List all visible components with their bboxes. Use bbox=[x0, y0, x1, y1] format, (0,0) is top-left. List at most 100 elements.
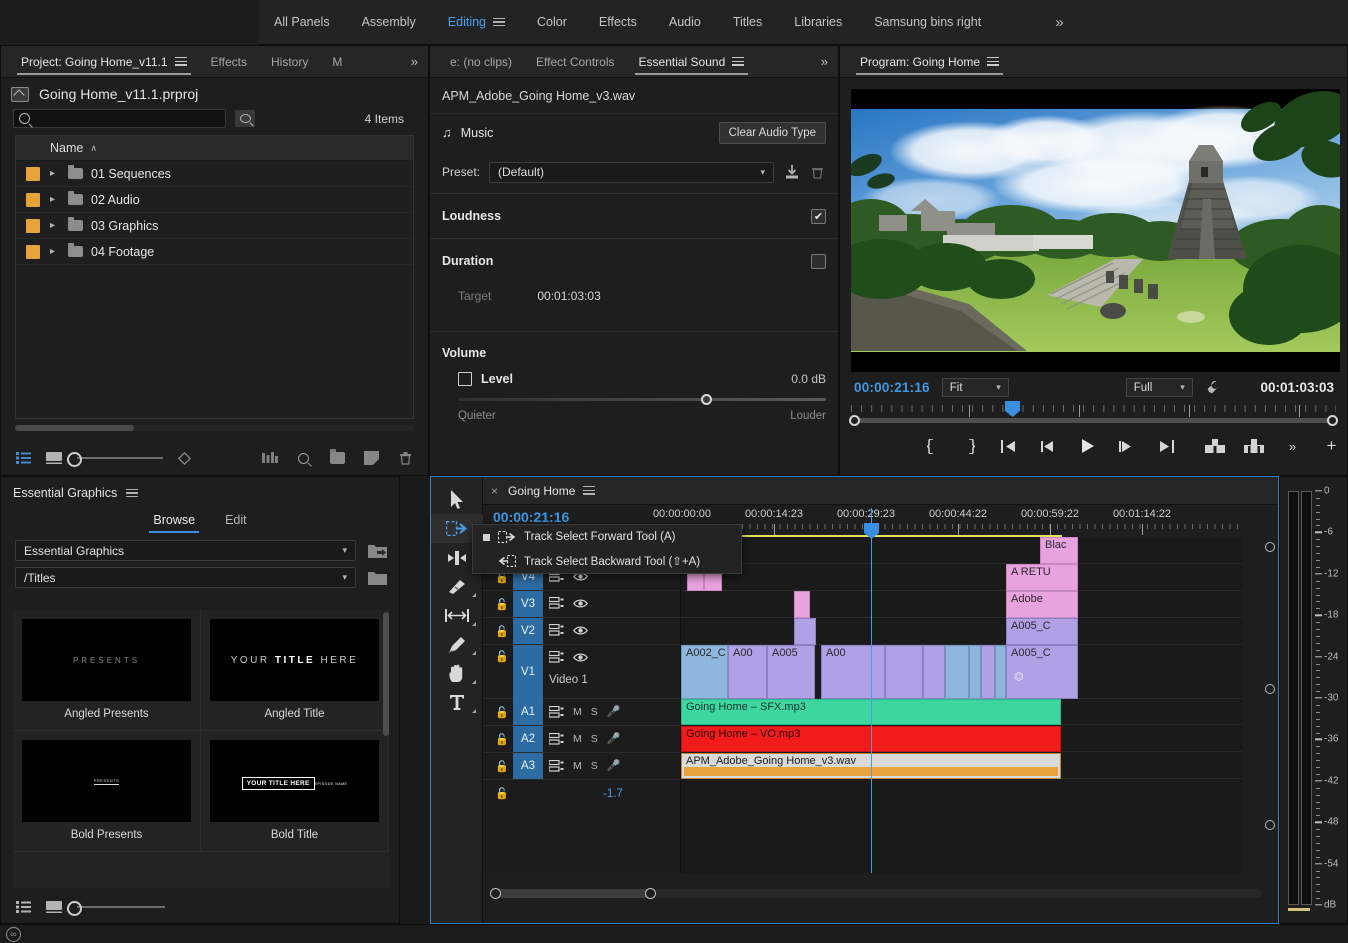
workspace-tab-editing[interactable]: Editing bbox=[432, 0, 521, 45]
lock-icon[interactable]: 🔓 bbox=[495, 706, 509, 719]
tab-edit[interactable]: Edit bbox=[223, 511, 249, 533]
vertical-zoom-bottom-handle[interactable] bbox=[1265, 684, 1275, 694]
project-horizontal-scrollbar[interactable] bbox=[15, 425, 414, 431]
icon-view-icon[interactable] bbox=[45, 899, 62, 914]
level-slider[interactable] bbox=[458, 394, 826, 405]
slip-tool[interactable] bbox=[431, 601, 483, 630]
level-checkbox[interactable] bbox=[458, 372, 472, 386]
play-icon[interactable] bbox=[1077, 437, 1099, 455]
lock-icon[interactable]: 🔓 bbox=[495, 625, 509, 638]
new-item-icon[interactable] bbox=[363, 451, 380, 466]
track-name[interactable]: A3 bbox=[513, 753, 543, 779]
mark-in-icon[interactable] bbox=[921, 437, 943, 455]
go-to-out-icon[interactable] bbox=[1155, 437, 1177, 455]
program-duration-timecode[interactable]: 00:01:03:03 bbox=[1260, 380, 1338, 395]
essential-sound-menu-icon[interactable] bbox=[732, 57, 745, 66]
template-cell[interactable]: PRESENTS Bold Presents bbox=[13, 731, 201, 852]
tab-program-monitor[interactable]: Program: Going Home bbox=[848, 46, 1011, 77]
timeline-clip[interactable]: A005_C bbox=[1006, 618, 1078, 645]
program-monitor-video[interactable] bbox=[851, 89, 1340, 372]
program-buttons-overflow[interactable]: » bbox=[1282, 437, 1304, 455]
timeline-clips-area[interactable]: Blac A RETU Adobe A005_C A002_C A00 A005 A0… bbox=[681, 537, 1242, 873]
clear-audio-type-button[interactable]: Clear Audio Type bbox=[718, 121, 826, 144]
template-thumbnail[interactable]: YOUR TITLE HERE EPISODE NAME bbox=[210, 740, 379, 822]
project-empty-area[interactable] bbox=[15, 265, 414, 419]
playback-resolution-select[interactable]: Full ▾ bbox=[1125, 378, 1193, 397]
tab-effects[interactable]: Effects bbox=[199, 46, 259, 77]
library-select[interactable]: Essential Graphics ▾ bbox=[15, 540, 356, 561]
essential-graphics-menu-icon[interactable] bbox=[126, 488, 139, 498]
lane-v2[interactable]: A005_C bbox=[681, 618, 1242, 645]
panel-menu-icon[interactable] bbox=[174, 57, 187, 66]
tool-submenu-indicator[interactable] bbox=[472, 709, 476, 713]
bin-row[interactable]: ▸ 03 Graphics bbox=[16, 213, 413, 239]
lane-a3[interactable]: APM_Adobe_Going Home_v3.wav bbox=[681, 753, 1242, 779]
workspace-tab-libraries[interactable]: Libraries bbox=[778, 0, 858, 45]
workspace-tab-titles[interactable]: Titles bbox=[717, 0, 778, 45]
button-editor-icon[interactable]: + bbox=[1327, 436, 1337, 456]
program-monitor-ruler[interactable] bbox=[849, 401, 1338, 426]
tab-media-browser[interactable]: M bbox=[320, 46, 354, 77]
freeform-icon[interactable] bbox=[261, 451, 278, 466]
razor-tool[interactable] bbox=[431, 572, 483, 601]
find-icon-footer[interactable] bbox=[295, 451, 312, 466]
solo-track-button[interactable]: S bbox=[591, 706, 598, 718]
timeline-clip[interactable]: A RETU bbox=[1006, 564, 1078, 591]
target-value[interactable]: 00:01:03:03 bbox=[537, 289, 600, 303]
toggle-sync-lock-icon[interactable] bbox=[549, 597, 564, 609]
timeline-clip[interactable] bbox=[794, 591, 810, 618]
template-cell[interactable]: YOUR TITLE HERE EPISODE NAME Bold Title bbox=[201, 731, 389, 852]
microphone-icon[interactable]: 🎤 bbox=[607, 705, 621, 718]
track-header-a2[interactable]: 🔓 A2 M S 🎤 bbox=[483, 726, 680, 753]
tab-project[interactable]: Project: Going Home_v11.1 bbox=[9, 46, 199, 77]
selection-tool[interactable] bbox=[431, 485, 483, 514]
workspace-overflow-button[interactable]: » bbox=[1037, 14, 1081, 31]
extract-icon[interactable] bbox=[1243, 437, 1265, 455]
toggle-sync-lock-icon[interactable] bbox=[549, 705, 564, 718]
timeline-clip[interactable] bbox=[923, 645, 945, 699]
template-thumbnail[interactable]: YOUR TITLE HERE bbox=[210, 619, 379, 701]
timeline-clip[interactable]: A00 bbox=[821, 645, 885, 699]
disclosure-triangle-icon[interactable]: ▸ bbox=[50, 246, 64, 257]
solo-track-button[interactable]: S bbox=[591, 760, 598, 772]
timeline-clip[interactable]: A002_C bbox=[681, 645, 728, 699]
delete-icon[interactable] bbox=[397, 451, 414, 466]
essential-sound-tabs-overflow[interactable]: » bbox=[811, 54, 838, 69]
timeline-clip[interactable]: Blac bbox=[1040, 537, 1078, 564]
track-name[interactable]: A2 bbox=[513, 726, 543, 752]
install-template-icon[interactable] bbox=[367, 543, 387, 559]
bin-color-swatch[interactable] bbox=[26, 166, 40, 181]
lock-icon[interactable]: 🔓 bbox=[495, 760, 509, 773]
timeline-menu-icon[interactable] bbox=[583, 486, 596, 495]
timeline-clip[interactable]: Adobe bbox=[1006, 591, 1078, 618]
timeline-playhead[interactable] bbox=[864, 508, 879, 873]
timeline-current-timecode[interactable]: 00:00:21:16 bbox=[493, 509, 569, 525]
vertical-zoom-top-handle[interactable] bbox=[1265, 542, 1275, 552]
workspace-tab-all-panels[interactable]: All Panels bbox=[258, 0, 346, 45]
timeline-clip[interactable] bbox=[969, 645, 981, 699]
template-thumbnail[interactable]: PRESENTS bbox=[22, 619, 191, 701]
track-name[interactable]: V2 bbox=[513, 618, 543, 644]
tool-submenu-indicator[interactable] bbox=[472, 651, 476, 655]
workspace-tab-samsung-bins-right[interactable]: Samsung bins right bbox=[858, 0, 997, 45]
master-level-value[interactable]: -1.7 bbox=[603, 788, 623, 800]
lift-icon[interactable] bbox=[1204, 437, 1226, 455]
mute-track-button[interactable]: M bbox=[573, 733, 582, 745]
project-tabs-overflow[interactable]: » bbox=[401, 54, 428, 69]
workspace-tab-effects[interactable]: Effects bbox=[583, 0, 653, 45]
track-header-v1[interactable]: 🔓 V1 Video 1 bbox=[483, 645, 680, 699]
scrollbar-thumb[interactable] bbox=[493, 889, 653, 898]
program-current-timecode[interactable]: 00:00:21:16 bbox=[854, 380, 930, 395]
workspace-tab-color[interactable]: Color bbox=[521, 0, 583, 45]
close-icon[interactable]: × bbox=[491, 484, 498, 498]
disclosure-triangle-icon[interactable]: ▸ bbox=[50, 168, 64, 179]
timeline-clip[interactable] bbox=[945, 645, 969, 699]
lane-v4[interactable]: A RETU bbox=[681, 564, 1242, 591]
lane-a1[interactable]: Going Home – SFX.mp3 bbox=[681, 699, 1242, 725]
workspace-tab-assembly[interactable]: Assembly bbox=[346, 0, 432, 45]
track-header-v2[interactable]: 🔓 V2 bbox=[483, 618, 680, 645]
program-monitor-menu-icon[interactable] bbox=[987, 57, 1000, 66]
zoom-bar-right-handle[interactable] bbox=[1327, 415, 1338, 426]
lock-icon[interactable]: 🔓 bbox=[495, 650, 509, 663]
track-select-tool-flyout-menu[interactable]: Track Select Forward Tool (A) Track Sele… bbox=[472, 524, 742, 574]
